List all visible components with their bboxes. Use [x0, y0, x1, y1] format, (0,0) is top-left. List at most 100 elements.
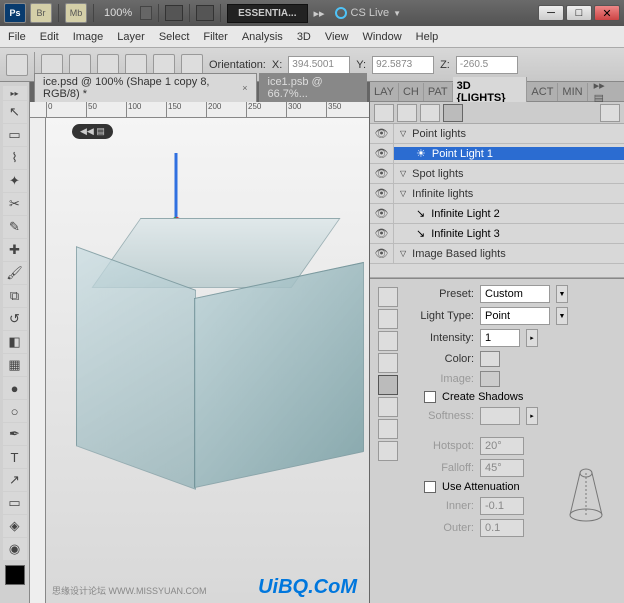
workspace-switcher[interactable]: ESSENTIA... — [227, 4, 307, 23]
menu-layer[interactable]: Layer — [117, 31, 145, 43]
tab-active[interactable]: ice.psd @ 100% (Shape 1 copy 8, RGB/8) *… — [34, 73, 257, 102]
visibility-icon[interactable]: 👁 — [370, 204, 394, 223]
cs-live-button[interactable]: CS Live ▼ — [335, 7, 401, 19]
tab-min[interactable]: MIN — [558, 83, 587, 101]
create-shadows-checkbox[interactable] — [424, 391, 436, 403]
light-new-icon[interactable] — [378, 419, 398, 439]
tab-inactive[interactable]: ice1.psb @ 66.7%... — [259, 73, 368, 102]
preset-dropdown[interactable]: ▼ — [556, 285, 568, 303]
marquee-tool[interactable]: ▭ — [3, 124, 27, 146]
tab-channels[interactable]: CH — [399, 83, 424, 101]
bridge-icon[interactable]: Br — [30, 3, 52, 23]
brush-tool[interactable]: 🖌 — [3, 262, 27, 284]
filter-lights-icon[interactable] — [443, 104, 463, 122]
canvas[interactable]: ◀◀ ▤ UiBQ.CoM 思缘设计论坛 WWW.MISSYUAN.COM — [46, 118, 369, 603]
tab-paths[interactable]: PAT — [424, 83, 453, 101]
menu-window[interactable]: Window — [363, 31, 402, 43]
menu-select[interactable]: Select — [159, 31, 190, 43]
panel-options-icon[interactable] — [600, 104, 620, 122]
path-tool[interactable]: ↗ — [3, 469, 27, 491]
history-brush-tool[interactable]: ↺ — [3, 308, 27, 330]
mini-panel[interactable]: ◀◀ ▤ — [72, 124, 113, 139]
image-based-lights-group[interactable]: 👁 ▽Image Based lights — [370, 244, 624, 264]
pen-tool[interactable]: ✒ — [3, 423, 27, 445]
filter-material-icon[interactable] — [420, 104, 440, 122]
shape-tool[interactable]: ▭ — [3, 492, 27, 514]
point-light-1[interactable]: 👁 ☀Point Light 1 — [370, 144, 624, 164]
dodge-tool[interactable]: ○ — [3, 400, 27, 422]
maximize-button[interactable]: □ — [566, 5, 592, 21]
menu-edit[interactable]: Edit — [40, 31, 59, 43]
heal-tool[interactable]: ✚ — [3, 239, 27, 261]
use-attenuation-checkbox[interactable] — [424, 481, 436, 493]
panel-menu-icon[interactable]: ▸▸ ▤ — [588, 79, 624, 105]
light-rotate-icon[interactable] — [378, 287, 398, 307]
light-type-dropdown[interactable]: ▼ — [556, 307, 568, 325]
visibility-icon[interactable]: 👁 — [370, 124, 394, 143]
eraser-tool[interactable]: ◧ — [3, 331, 27, 353]
light-delete-icon[interactable] — [378, 441, 398, 461]
spot-lights-group[interactable]: 👁 ▽Spot lights — [370, 164, 624, 184]
blur-tool[interactable]: ● — [3, 377, 27, 399]
light-pan-icon[interactable] — [378, 309, 398, 329]
menu-analysis[interactable]: Analysis — [242, 31, 283, 43]
ruler-horizontal[interactable]: 0 50 100 150 200 250 300 350 — [30, 102, 369, 118]
filter-scene-icon[interactable] — [374, 104, 394, 122]
lasso-tool[interactable]: ⌇ — [3, 147, 27, 169]
screen-mode-icon[interactable] — [196, 5, 214, 21]
foreground-color[interactable] — [5, 565, 25, 585]
point-lights-group[interactable]: 👁 ▽Point lights — [370, 124, 624, 144]
light-type-field[interactable]: Point — [480, 307, 550, 325]
light-color-icon[interactable] — [378, 397, 398, 417]
tab-actions[interactable]: ACT — [527, 83, 558, 101]
tab-layers[interactable]: LAY — [370, 83, 399, 101]
visibility-icon[interactable]: 👁 — [370, 224, 394, 243]
type-tool[interactable]: T — [3, 446, 27, 468]
preset-field[interactable]: Custom — [480, 285, 550, 303]
stamp-tool[interactable]: ⧉ — [3, 285, 27, 307]
y-field[interactable]: 92.5873 — [372, 56, 434, 74]
x-field[interactable]: 394.5001 — [288, 56, 350, 74]
intensity-field[interactable]: 1 — [480, 329, 520, 347]
visibility-icon[interactable]: 👁 — [370, 244, 394, 263]
zoom-level[interactable]: 100% — [100, 7, 136, 19]
zoom-dropdown[interactable] — [140, 6, 152, 20]
visibility-icon[interactable]: 👁 — [370, 144, 394, 163]
tab-close-icon[interactable]: × — [242, 83, 247, 93]
infinite-light-3[interactable]: 👁 ↘Infinite Light 3 — [370, 224, 624, 244]
tool-preset-icon[interactable] — [6, 54, 28, 76]
menu-image[interactable]: Image — [73, 31, 104, 43]
filter-mesh-icon[interactable] — [397, 104, 417, 122]
menu-filter[interactable]: Filter — [203, 31, 227, 43]
eyedropper-tool[interactable]: ✎ — [3, 216, 27, 238]
color-swatch[interactable] — [480, 351, 500, 367]
menu-help[interactable]: Help — [416, 31, 439, 43]
3d-camera-tool[interactable]: ◉ — [3, 538, 27, 560]
workspace-arrows-icon[interactable]: ▸▸ — [314, 7, 325, 20]
visibility-icon[interactable]: 👁 — [370, 164, 394, 183]
minibridge-icon[interactable]: Mb — [65, 3, 87, 23]
close-button[interactable]: ✕ — [594, 5, 620, 21]
z-field[interactable]: -260.5 — [456, 56, 518, 74]
move-tool[interactable]: ↖ — [3, 101, 27, 123]
toolbar-toggle[interactable]: ▸▸ — [3, 86, 27, 100]
ruler-vertical[interactable] — [30, 118, 46, 603]
visibility-icon[interactable]: 👁 — [370, 184, 394, 203]
crop-tool[interactable]: ✂ — [3, 193, 27, 215]
infinite-lights-group[interactable]: 👁 ▽Infinite lights — [370, 184, 624, 204]
light-slide-icon[interactable] — [378, 331, 398, 351]
light-origin-icon[interactable] — [378, 353, 398, 373]
infinite-light-2[interactable]: 👁 ↘Infinite Light 2 — [370, 204, 624, 224]
gradient-tool[interactable]: ▦ — [3, 354, 27, 376]
menu-file[interactable]: File — [8, 31, 26, 43]
hotspot-field: 20° — [480, 437, 524, 455]
wand-tool[interactable]: ✦ — [3, 170, 27, 192]
3d-tool[interactable]: ◈ — [3, 515, 27, 537]
intensity-slider-icon[interactable]: ▸ — [526, 329, 538, 347]
3d-object[interactable] — [76, 218, 356, 498]
minimize-button[interactable]: ─ — [538, 5, 564, 21]
light-aim-icon[interactable] — [378, 375, 398, 395]
menu-view[interactable]: View — [325, 31, 349, 43]
arrange-docs-icon[interactable] — [165, 5, 183, 21]
menu-3d[interactable]: 3D — [297, 31, 311, 43]
